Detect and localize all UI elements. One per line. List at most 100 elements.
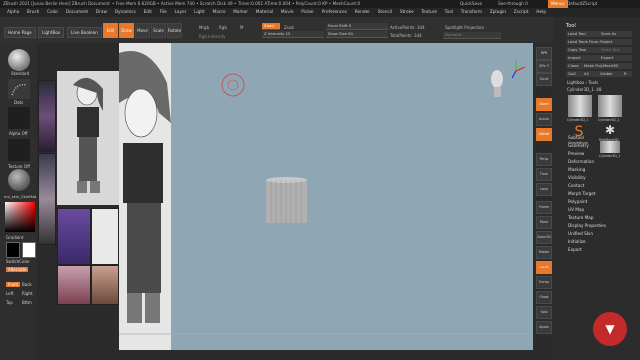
- right-view-button[interactable]: Right: [22, 291, 33, 296]
- import-button[interactable]: Import: [566, 55, 599, 61]
- zoom-button[interactable]: Zoom: [536, 98, 552, 111]
- color-picker[interactable]: [5, 202, 35, 232]
- move-mode-button[interactable]: Move: [135, 23, 150, 38]
- menu-preferences[interactable]: Preferences: [322, 10, 347, 15]
- menu-picker[interactable]: Picker: [301, 10, 314, 15]
- zadd-button[interactable]: Zadd: [262, 23, 280, 30]
- dynamic-button[interactable]: Dynamic: [443, 32, 501, 39]
- live-boolean-button[interactable]: Live Boolean: [67, 27, 102, 38]
- menu-render[interactable]: Render: [355, 10, 370, 15]
- dots-stroke-icon[interactable]: [8, 79, 30, 99]
- goz-button[interactable]: GoZ: [566, 71, 582, 77]
- menu-stencil[interactable]: Stencil: [378, 10, 393, 15]
- persp-button[interactable]: Persp: [536, 153, 552, 166]
- lightbox-tools-link[interactable]: Lightbox › Tools: [567, 80, 598, 85]
- paste-tool-button[interactable]: Paste Tool: [599, 47, 632, 53]
- initialize-section[interactable]: Initialize: [568, 239, 586, 244]
- reference-thumbnail[interactable]: [57, 208, 91, 265]
- xpose-button[interactable]: Xpose: [536, 321, 552, 334]
- menu-alpha[interactable]: Alpha: [7, 10, 19, 15]
- menus-toggle[interactable]: Menus: [548, 0, 568, 8]
- contact-section[interactable]: Contact: [568, 183, 584, 188]
- see-through-slider[interactable]: See-through 0: [498, 0, 528, 8]
- standard-brush-icon[interactable]: [8, 49, 30, 71]
- alternate-button[interactable]: Alternate: [6, 267, 29, 272]
- spotlight-projection-button[interactable]: Spotlight Projection: [445, 25, 484, 30]
- aahalf-button[interactable]: AAHalf: [536, 128, 552, 141]
- menu-light[interactable]: Light: [194, 10, 205, 15]
- menu-draw[interactable]: Draw: [96, 10, 107, 15]
- menu-layer[interactable]: Layer: [174, 10, 186, 15]
- goz-r-button[interactable]: R: [622, 71, 632, 77]
- polyf-button[interactable]: Line Fill PolyF: [536, 261, 552, 280]
- m-button[interactable]: M: [240, 25, 243, 30]
- scroll-button[interactable]: Scroll: [536, 73, 552, 86]
- texture-off-icon[interactable]: [8, 139, 30, 161]
- transp-button[interactable]: Transp: [536, 276, 552, 289]
- document-canvas[interactable]: [119, 43, 533, 350]
- home-page-button[interactable]: Home Page: [4, 27, 36, 38]
- move-view-button[interactable]: Move: [536, 216, 552, 229]
- reference-thumbnail[interactable]: [38, 80, 56, 152]
- preview-section[interactable]: Preview: [568, 151, 584, 156]
- polymesh-star-icon[interactable]: ✱: [600, 123, 620, 137]
- texture-map-section[interactable]: Texture Map: [568, 215, 594, 220]
- zoom3d-button[interactable]: Zoom3D: [536, 231, 552, 244]
- scale-mode-button[interactable]: Scale: [151, 23, 166, 38]
- menu-file[interactable]: File: [160, 10, 167, 15]
- bpr-render-button[interactable]: BPR: [536, 47, 552, 60]
- export-button[interactable]: Export: [599, 55, 632, 61]
- unified-skin-section[interactable]: Unified Skin: [568, 231, 593, 236]
- menu-marker[interactable]: Marker: [233, 10, 248, 15]
- rgb-button[interactable]: Rgb: [219, 25, 227, 30]
- floor-button[interactable]: Floor: [536, 168, 552, 181]
- save-as-button[interactable]: Save As: [599, 31, 632, 37]
- goz-visible-button[interactable]: Visible: [598, 71, 622, 77]
- main-color-swatch[interactable]: [6, 242, 20, 258]
- menu-stroke[interactable]: Stroke: [400, 10, 414, 15]
- draw-mode-button[interactable]: Draw: [119, 23, 134, 38]
- reference-thumbnail[interactable]: [38, 153, 56, 245]
- menu-transform[interactable]: Transform: [461, 10, 482, 15]
- display-properties-section[interactable]: Display Properties: [568, 223, 606, 228]
- morph-target-section[interactable]: Morph Target: [568, 191, 596, 196]
- menu-dynamics[interactable]: Dynamics: [115, 10, 136, 15]
- menu-movie[interactable]: Movie: [281, 10, 294, 15]
- load-tools-from-project-button[interactable]: Load Tools From Project: [566, 39, 632, 45]
- subtool-section[interactable]: Subtool: [568, 135, 584, 140]
- rotate-mode-button[interactable]: Rotate: [167, 23, 182, 38]
- menu-texture[interactable]: Texture: [421, 10, 437, 15]
- load-tool-button[interactable]: Load Tool: [566, 31, 599, 37]
- local-button[interactable]: Local: [536, 183, 552, 196]
- menu-macro[interactable]: Macro: [213, 10, 226, 15]
- menu-zscript[interactable]: Zscript: [514, 10, 529, 15]
- uv-map-section[interactable]: UV Map: [568, 207, 584, 212]
- masking-section[interactable]: Masking: [568, 167, 585, 172]
- menu-edit[interactable]: Edit: [144, 10, 152, 15]
- reference-thumbnail[interactable]: [57, 265, 91, 305]
- material-sphere-icon[interactable]: [8, 169, 30, 191]
- current-tool-slider[interactable]: Cylinder3D_1. 48: [567, 87, 601, 92]
- menu-brush[interactable]: Brush: [27, 10, 39, 15]
- default-zscript[interactable]: DefaultZScript: [567, 0, 597, 8]
- bottom-view-button[interactable]: Bttm: [22, 300, 32, 305]
- z-intensity-slider[interactable]: Z Intensity 25: [262, 31, 324, 38]
- draw-size-slider[interactable]: Draw Size 64: [326, 31, 388, 38]
- lightbox-button[interactable]: LightBox: [38, 27, 65, 38]
- edit-mode-button[interactable]: Edit: [103, 23, 118, 38]
- secondary-color-swatch[interactable]: [22, 242, 36, 258]
- top-view-button[interactable]: Top: [6, 300, 13, 305]
- visibility-section[interactable]: Visibility: [568, 175, 586, 180]
- polypaint-section[interactable]: Polypaint: [568, 199, 587, 204]
- cylinder-tool-thumbnail[interactable]: [600, 141, 620, 153]
- alpha-off-icon[interactable]: [8, 107, 30, 129]
- reference-thumbnail[interactable]: [91, 208, 119, 265]
- make-polymesh-button[interactable]: Make PolyMesh3D: [582, 63, 632, 69]
- clone-button[interactable]: Clone: [566, 63, 582, 69]
- menu-tool[interactable]: Tool: [445, 10, 453, 15]
- deformation-section[interactable]: Deformation: [568, 159, 594, 164]
- cylinder-tool-thumbnail[interactable]: [568, 95, 592, 117]
- menu-document[interactable]: Document: [66, 10, 88, 15]
- frame-button[interactable]: Frame: [536, 201, 552, 214]
- solo-button[interactable]: Solo: [536, 306, 552, 319]
